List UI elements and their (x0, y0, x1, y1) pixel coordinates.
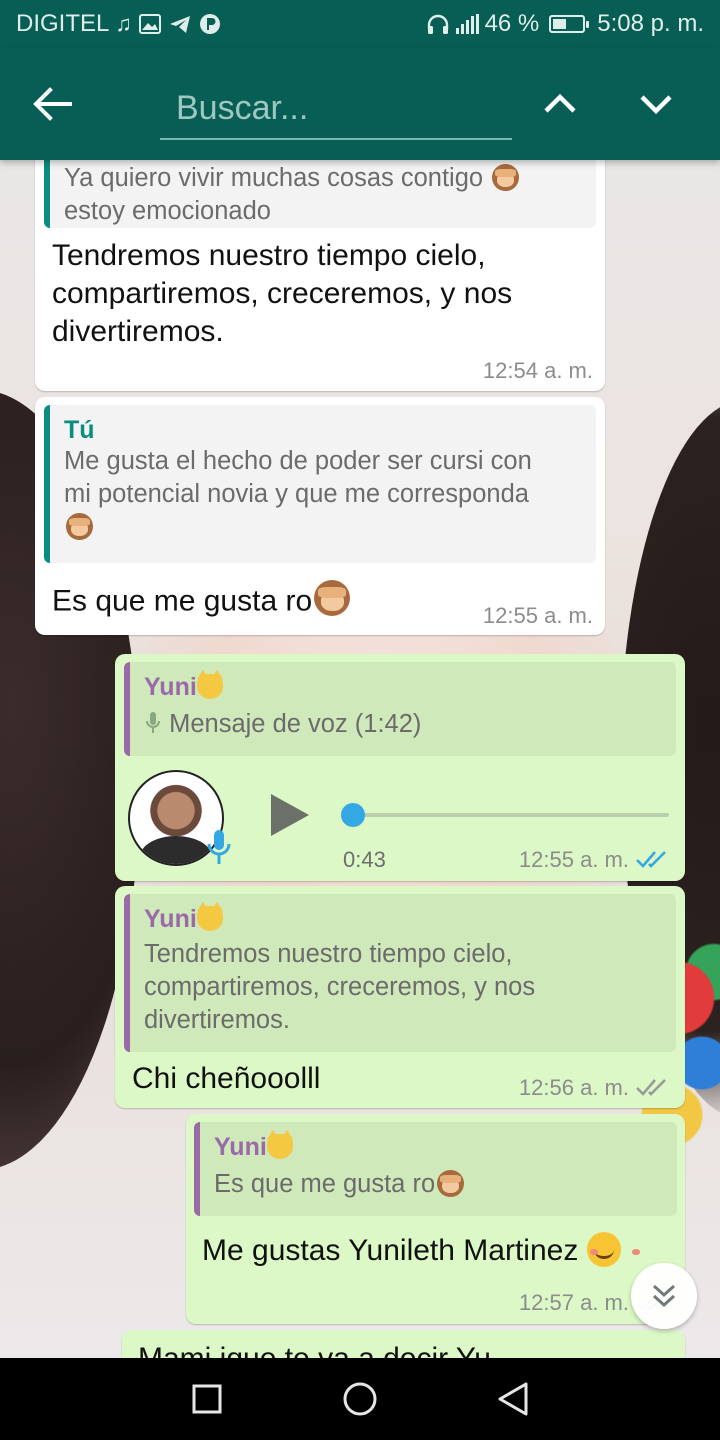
voice-seek-bar[interactable] (343, 813, 669, 817)
double-check-icon (636, 851, 666, 868)
cat-face-icon (196, 669, 224, 699)
message-bubble-incoming[interactable]: Tú Ya quiero vivir muchas cosas contigo … (35, 160, 605, 391)
quoted-message[interactable]: Yuni Mensaje de voz (1:42) (124, 662, 676, 756)
search-toolbar (0, 48, 720, 160)
message-bubble-outgoing[interactable]: Mami ique te va a decir Yu (122, 1330, 685, 1358)
see-no-evil-monkey-icon (66, 512, 93, 540)
see-no-evil-monkey-icon (437, 1169, 464, 1197)
message-text: Tendremos nuestro tiempo cielo, comparti… (52, 239, 513, 348)
message-text: Me gustas Yunileth Martinez (202, 1232, 622, 1270)
scroll-to-bottom-button[interactable] (631, 1263, 697, 1329)
see-no-evil-monkey-icon (314, 580, 351, 616)
cat-face-icon (196, 901, 224, 931)
quote-text-line-3: divertiremos. (144, 1006, 290, 1034)
voice-seek-thumb[interactable] (340, 803, 365, 827)
quote-text-line-2: compartiremos, creceremos, y nos (144, 973, 536, 1001)
quote-author: Tú (64, 416, 95, 444)
battery-icon (549, 15, 590, 33)
message-text: Es que me gusta ro (52, 580, 351, 621)
quote-author: Yuni (144, 669, 658, 702)
mic-icon (207, 830, 231, 864)
quoted-message[interactable]: Yuni Es que me gusta ro (194, 1122, 677, 1216)
message-time: 12:55 a. m. (482, 603, 593, 628)
double-chevron-down-icon (652, 1284, 676, 1308)
message-bubble-outgoing[interactable]: Yuni Mensaje de voz (1:42) 0:43 12:55 a.… (115, 654, 685, 881)
message-time: 12:57 a. m. (518, 1290, 629, 1315)
quote-text: Mensaje de voz (1:42) (144, 708, 658, 741)
quoted-message[interactable]: Tú Ya quiero vivir muchas cosas contigo … (44, 160, 596, 228)
cat-face-icon (266, 1129, 294, 1159)
p-app-icon (199, 14, 220, 34)
message-bubble-outgoing[interactable]: Yuni Tendremos nuestro tiempo cielo, com… (115, 886, 685, 1108)
nav-back-icon (498, 1382, 528, 1416)
system-nav-bar (0, 1358, 720, 1440)
quote-emoji-line (64, 511, 578, 544)
carrier-name: DIGITEL (16, 10, 110, 37)
nav-home-icon (343, 1382, 377, 1416)
status-bar: DIGITEL ♫ 46 % 5:08 p. m. (0, 0, 720, 48)
quote-text: Es que me gusta ro (214, 1168, 659, 1201)
back-arrow-icon[interactable] (30, 84, 74, 124)
nav-recents-icon (192, 1384, 222, 1414)
quote-text-line-2: estoy emocionado (64, 197, 271, 225)
nav-home-button[interactable] (337, 1376, 383, 1422)
clock: 5:08 p. m. (597, 10, 704, 37)
message-time: 12:54 a. m. (482, 358, 593, 383)
chat-area[interactable]: Tú Ya quiero vivir muchas cosas contigo … (0, 160, 720, 1358)
headphones-icon (427, 14, 448, 34)
play-icon[interactable] (267, 792, 311, 838)
image-icon (138, 14, 161, 34)
message-text: Mami ique te va a decir Yu (138, 1340, 491, 1358)
double-check-icon (636, 1079, 666, 1096)
quote-author: Yuni (144, 901, 658, 934)
quoted-message[interactable]: Tú Me gusta el hecho de poder ser cursi … (44, 405, 596, 563)
message-time: 12:56 a. m. (518, 1075, 629, 1100)
status-bar-right: 46 % 5:08 p. m. (426, 10, 704, 38)
see-no-evil-monkey-icon (492, 163, 519, 191)
quote-text-line-1: Tendremos nuestro tiempo cielo, (144, 940, 513, 968)
music-note-icon: ♫ (115, 11, 132, 36)
smiling-face-icon (586, 1232, 622, 1267)
message-time: 12:55 a. m. (518, 847, 629, 872)
quote-text: Ya quiero vivir muchas cosas contigo (64, 162, 578, 195)
mic-icon (146, 712, 160, 733)
telegram-icon (169, 16, 190, 33)
status-bar-left: DIGITEL ♫ (16, 10, 222, 38)
search-input[interactable] (160, 78, 512, 140)
quote-author: Yuni (214, 1129, 659, 1162)
signal-icon (455, 14, 479, 34)
nav-recents-button[interactable] (184, 1376, 230, 1422)
message-text: Chi cheñooolll (132, 1062, 321, 1095)
nav-back-button[interactable] (490, 1376, 536, 1422)
voice-duration: 0:43 (343, 847, 386, 872)
message-bubble-incoming[interactable]: Tú Me gusta el hecho de poder ser cursi … (35, 397, 605, 635)
chevron-down-icon[interactable] (636, 84, 676, 124)
quoted-message[interactable]: Yuni Tendremos nuestro tiempo cielo, com… (124, 894, 676, 1052)
message-bubble-outgoing[interactable]: Yuni Es que me gusta ro Me gustas Yunile… (186, 1114, 685, 1324)
quote-text-line-1: Me gusta el hecho de poder ser cursi con (64, 447, 532, 475)
chevron-up-icon[interactable] (540, 84, 580, 124)
battery-percent: 46 % (484, 10, 540, 37)
quote-text-line-2: mi potencial novia y que me corresponda (64, 480, 529, 508)
